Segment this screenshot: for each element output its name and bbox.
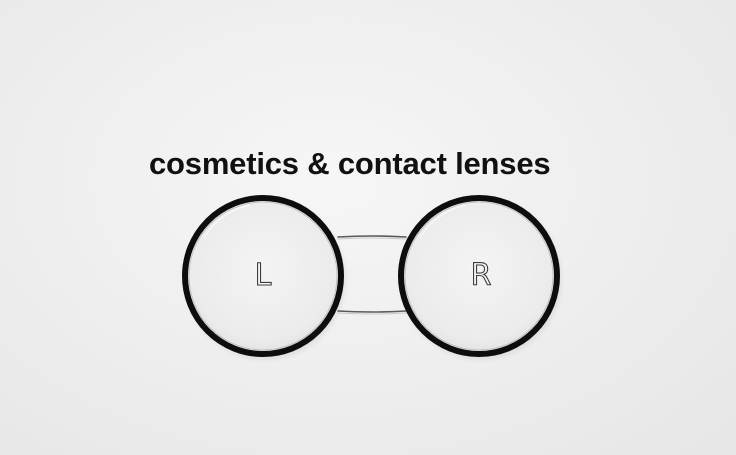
lens-case-bridge bbox=[337, 235, 407, 315]
headline-text: cosmetics & contact lenses bbox=[149, 146, 551, 181]
contact-lens-case-photo: L R cosmetics & contact lenses bbox=[0, 0, 736, 455]
lens-case-illustration bbox=[182, 195, 561, 359]
right-lens-label: R bbox=[470, 257, 492, 293]
left-lens-label: L bbox=[254, 257, 272, 293]
